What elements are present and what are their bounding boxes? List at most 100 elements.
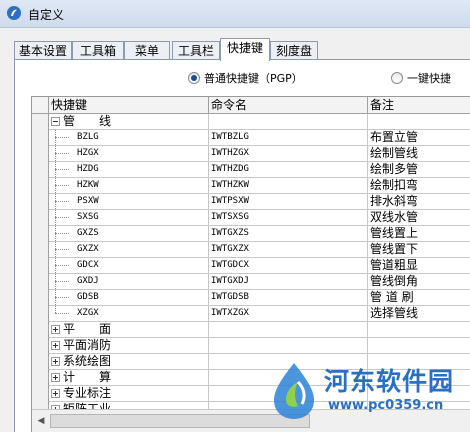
row-selector[interactable]	[32, 386, 49, 402]
row-selector[interactable]	[32, 194, 49, 210]
expand-icon[interactable]	[51, 341, 60, 350]
row-selector[interactable]	[32, 402, 49, 409]
note-cell[interactable]: 双线水管	[368, 210, 470, 226]
shortcut-cell[interactable]: 专业标注	[49, 386, 209, 402]
shortcut-cell[interactable]: 计 算	[49, 370, 209, 386]
table-row[interactable]: GDSB IWTGDSB 管 道 刷	[32, 290, 470, 306]
table-row[interactable]: XZGX IWTXZGX 选择管线	[32, 306, 470, 322]
command-cell[interactable]	[209, 114, 368, 130]
row-selector[interactable]	[32, 338, 49, 354]
row-selector[interactable]	[32, 354, 49, 370]
radio-one-key-shortcut[interactable]: 一键快捷	[391, 70, 451, 86]
table-row[interactable]: GXZS IWTGXZS 管线置上	[32, 226, 470, 242]
group-row[interactable]: 平面消防	[32, 338, 470, 354]
note-cell[interactable]: 管道粗显	[368, 258, 470, 274]
expand-icon[interactable]	[51, 357, 60, 366]
table-row[interactable]: BZLG IWTBZLG 布置立管	[32, 130, 470, 146]
group-row[interactable]: 管 线	[32, 114, 470, 130]
note-cell[interactable]	[368, 338, 470, 354]
note-cell[interactable]: 排水斜弯	[368, 194, 470, 210]
radio-normal-shortcut[interactable]: 普通快捷键（PGP）	[188, 70, 303, 86]
table-row[interactable]: HZDG IWTHZDG 绘制多管	[32, 162, 470, 178]
command-cell[interactable]: IWTSXSG	[209, 210, 368, 226]
note-cell[interactable]	[368, 322, 470, 338]
shortcut-cell[interactable]: 管 线	[49, 114, 209, 130]
shortcut-cell[interactable]: GDSB	[49, 290, 209, 306]
command-cell[interactable]: IWTBZLG	[209, 130, 368, 146]
group-row[interactable]: 平 面	[32, 322, 470, 338]
shortcut-cell[interactable]: PSXW	[49, 194, 209, 210]
note-cell[interactable]: 管 道 刷	[368, 290, 470, 306]
tab-2[interactable]: 菜单	[124, 41, 170, 60]
command-cell[interactable]: IWTPSXW	[209, 194, 368, 210]
tab-3[interactable]: 工具栏	[172, 41, 220, 60]
row-selector[interactable]	[32, 226, 49, 242]
row-selector[interactable]	[32, 210, 49, 226]
header-shortcut[interactable]: 快捷键	[49, 97, 209, 114]
table-row[interactable]: PSXW IWTPSXW 排水斜弯	[32, 194, 470, 210]
command-cell[interactable]: IWTGDSB	[209, 290, 368, 306]
shortcut-cell[interactable]: GXZS	[49, 226, 209, 242]
row-selector[interactable]	[32, 114, 49, 130]
command-cell[interactable]: IWTGXZS	[209, 226, 368, 242]
note-cell[interactable]	[368, 114, 470, 130]
shortcut-cell[interactable]: HZDG	[49, 162, 209, 178]
table-row[interactable]: GXZX IWTGXZX 管线置下	[32, 242, 470, 258]
shortcut-cell[interactable]: SXSG	[49, 210, 209, 226]
table-row[interactable]: GXDJ IWTGXDJ 管线倒角	[32, 274, 470, 290]
table-row[interactable]: HZKW IWTHZKW 绘制扣弯	[32, 178, 470, 194]
expand-icon[interactable]	[51, 325, 60, 334]
expand-icon[interactable]	[51, 373, 60, 382]
command-cell[interactable]: IWTHZDG	[209, 162, 368, 178]
row-selector[interactable]	[32, 290, 49, 306]
command-cell[interactable]: IWTGXDJ	[209, 274, 368, 290]
note-cell[interactable]: 绘制扣弯	[368, 178, 470, 194]
row-selector[interactable]	[32, 306, 49, 322]
note-cell[interactable]: 选择管线	[368, 306, 470, 322]
row-selector[interactable]	[32, 274, 49, 290]
note-cell[interactable]: 布置立管	[368, 130, 470, 146]
table-row[interactable]: SXSG IWTSXSG 双线水管	[32, 210, 470, 226]
row-selector[interactable]	[32, 258, 49, 274]
shortcut-cell[interactable]: GXZX	[49, 242, 209, 258]
command-cell[interactable]: IWTXZGX	[209, 306, 368, 322]
shortcut-cell[interactable]: BZLG	[49, 130, 209, 146]
tab-1[interactable]: 工具箱	[72, 41, 124, 60]
note-cell[interactable]: 管线倒角	[368, 274, 470, 290]
header-note[interactable]: 备注	[368, 97, 470, 114]
table-row[interactable]: HZGX IWTHZGX 绘制管线	[32, 146, 470, 162]
row-selector[interactable]	[32, 242, 49, 258]
shortcut-cell[interactable]: 矩阵工业	[49, 402, 209, 409]
note-cell[interactable]: 管线置上	[368, 226, 470, 242]
shortcut-cell[interactable]: XZGX	[49, 306, 209, 322]
shortcut-cell[interactable]: GDCX	[49, 258, 209, 274]
row-selector[interactable]	[32, 370, 49, 386]
table-row[interactable]: GDCX IWTGDCX 管道粗显	[32, 258, 470, 274]
tab-4[interactable]: 快捷键	[220, 38, 270, 61]
row-selector[interactable]	[32, 162, 49, 178]
shortcut-cell[interactable]: 平 面	[49, 322, 209, 338]
shortcut-cell[interactable]: HZKW	[49, 178, 209, 194]
expand-icon[interactable]	[51, 389, 60, 398]
command-cell[interactable]: IWTHZKW	[209, 178, 368, 194]
note-cell[interactable]: 管线置下	[368, 242, 470, 258]
shortcut-cell[interactable]: HZGX	[49, 146, 209, 162]
shortcut-cell[interactable]: 系统绘图	[49, 354, 209, 370]
tab-5[interactable]: 刻度盘	[270, 41, 318, 60]
command-cell[interactable]	[209, 338, 368, 354]
shortcut-cell[interactable]: 平面消防	[49, 338, 209, 354]
collapse-icon[interactable]	[51, 117, 60, 126]
command-cell[interactable]: IWTGXZX	[209, 242, 368, 258]
row-selector[interactable]	[32, 130, 49, 146]
scroll-left-arrow-icon[interactable]: ◀	[34, 414, 48, 428]
row-selector[interactable]	[32, 178, 49, 194]
shortcut-cell[interactable]: GXDJ	[49, 274, 209, 290]
command-cell[interactable]: IWTGDCX	[209, 258, 368, 274]
row-selector[interactable]	[32, 146, 49, 162]
command-cell[interactable]	[209, 322, 368, 338]
note-cell[interactable]: 绘制多管	[368, 162, 470, 178]
command-cell[interactable]: IWTHZGX	[209, 146, 368, 162]
row-selector[interactable]	[32, 322, 49, 338]
tab-0[interactable]: 基本设置	[14, 41, 72, 60]
note-cell[interactable]: 绘制管线	[368, 146, 470, 162]
